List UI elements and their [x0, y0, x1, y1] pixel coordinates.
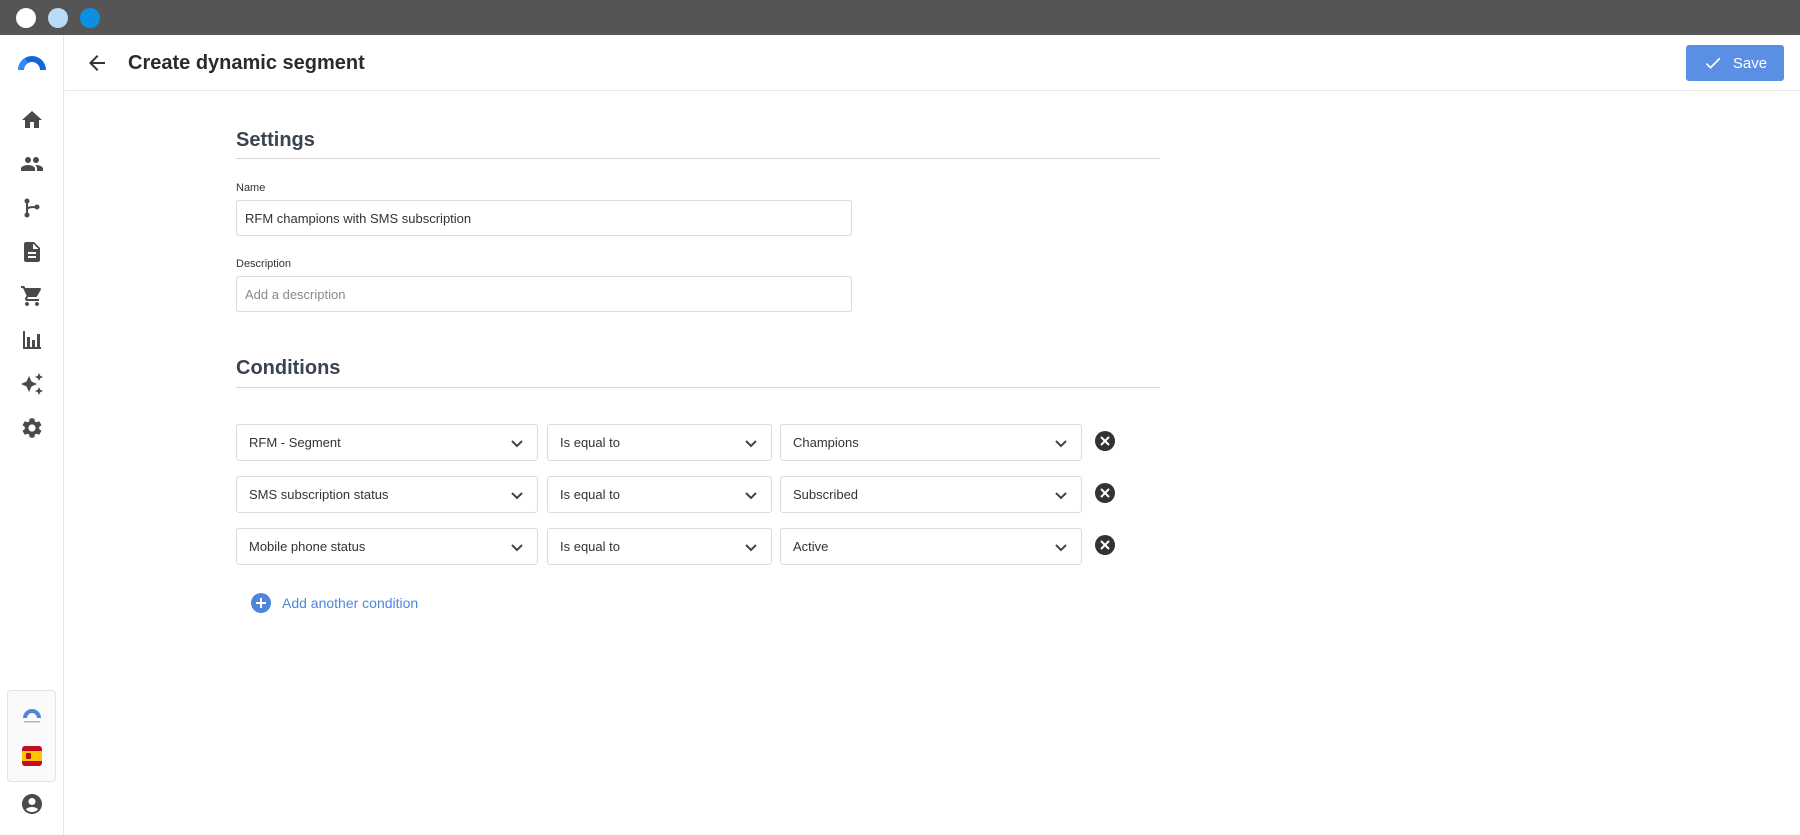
description-label: Description: [236, 258, 292, 270]
condition-field-value: SMS subscription status: [249, 487, 389, 502]
people-icon[interactable]: [20, 152, 44, 176]
condition-field-value: Mobile phone status: [249, 539, 366, 554]
workspace-logo-icon[interactable]: [21, 706, 43, 724]
gear-icon[interactable]: [20, 416, 44, 440]
chevron-down-icon: [509, 539, 525, 555]
condition-field-value: RFM - Segment: [249, 435, 341, 450]
account-circle-icon[interactable]: [20, 792, 44, 816]
conditions-divider: [236, 387, 1160, 388]
chevron-down-icon: [743, 539, 759, 555]
document-icon[interactable]: [20, 240, 44, 264]
condition-value-select[interactable]: Active: [780, 528, 1082, 565]
sparkle-icon[interactable]: [20, 372, 44, 396]
condition-operator-value: Is equal to: [560, 435, 620, 450]
condition-operator-select[interactable]: Is equal to: [547, 424, 772, 461]
home-icon[interactable]: [20, 108, 44, 132]
remove-condition-icon[interactable]: [1094, 534, 1116, 556]
condition-value-select[interactable]: Champions: [780, 424, 1082, 461]
condition-field-select[interactable]: Mobile phone status: [236, 528, 538, 565]
window-titlebar: [0, 0, 1800, 35]
window-minimize-button[interactable]: [48, 8, 68, 28]
flow-icon[interactable]: [20, 196, 44, 220]
conditions-section-title: Conditions: [236, 357, 341, 379]
condition-value-value: Active: [793, 539, 829, 554]
add-condition-label: Add another condition: [282, 595, 419, 611]
chevron-down-icon: [1053, 435, 1069, 451]
chevron-down-icon: [743, 435, 759, 451]
add-condition-button[interactable]: Add another condition: [250, 592, 418, 614]
settings-divider: [236, 158, 1160, 159]
remove-condition-icon[interactable]: [1094, 482, 1116, 504]
bar-chart-icon[interactable]: [20, 328, 44, 352]
condition-field-select[interactable]: RFM - Segment: [236, 424, 538, 461]
chevron-down-icon: [1053, 539, 1069, 555]
chevron-down-icon: [509, 487, 525, 503]
spain-flag-icon[interactable]: [22, 746, 42, 766]
condition-operator-value: Is equal to: [560, 539, 620, 554]
window-maximize-button[interactable]: [80, 8, 100, 28]
condition-value-select[interactable]: Subscribed: [780, 476, 1082, 513]
name-input[interactable]: [236, 200, 852, 236]
chevron-down-icon: [1053, 487, 1069, 503]
app-logo[interactable]: [16, 52, 48, 72]
page-title: Create dynamic segment: [128, 52, 365, 74]
sidebar: [0, 35, 64, 835]
workspace-switcher: [7, 690, 56, 782]
description-input[interactable]: [236, 276, 852, 312]
add-circle-icon: [251, 593, 271, 613]
settings-section-title: Settings: [236, 129, 315, 151]
condition-operator-select[interactable]: Is equal to: [547, 476, 772, 513]
condition-operator-select[interactable]: Is equal to: [547, 528, 772, 565]
condition-value-value: Subscribed: [793, 487, 859, 502]
top-bar: Create dynamic segment Save: [65, 35, 1800, 91]
remove-condition-icon[interactable]: [1094, 430, 1116, 452]
condition-field-select[interactable]: SMS subscription status: [236, 476, 538, 513]
chevron-down-icon: [509, 435, 525, 451]
chevron-down-icon: [743, 487, 759, 503]
cart-icon[interactable]: [20, 284, 44, 308]
condition-operator-value: Is equal to: [560, 487, 620, 502]
back-arrow-icon[interactable]: [85, 51, 109, 75]
check-icon: [1705, 57, 1721, 69]
save-button[interactable]: Save: [1686, 45, 1784, 81]
name-label: Name: [236, 182, 266, 194]
save-button-label: Save: [1732, 54, 1768, 72]
condition-value-value: Champions: [793, 435, 859, 450]
window-close-button[interactable]: [16, 8, 36, 28]
